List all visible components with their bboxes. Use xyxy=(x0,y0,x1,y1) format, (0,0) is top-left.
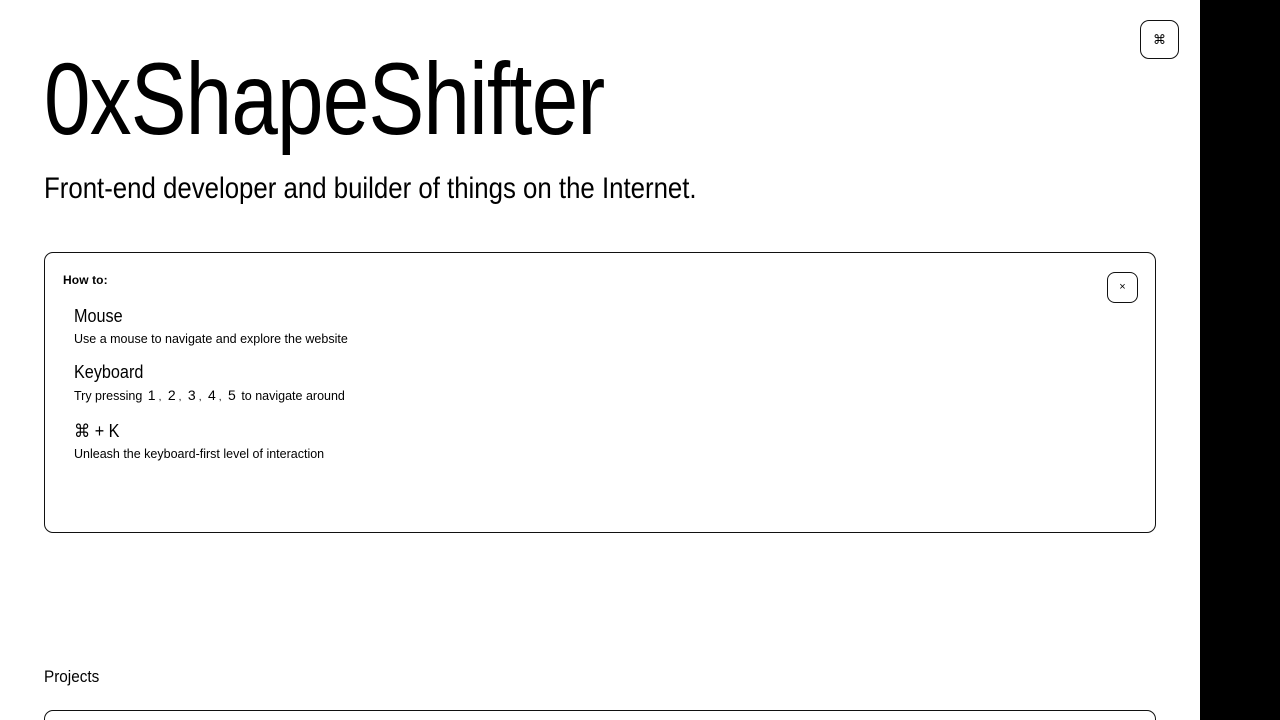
kbd-key-2[interactable]: 2 xyxy=(166,387,178,403)
kbd-key-4[interactable]: 4 xyxy=(206,387,218,403)
how-to-entry-title: Keyboard xyxy=(74,362,144,382)
projects-heading: Projects xyxy=(44,667,100,686)
kbd-key-1[interactable]: 1 xyxy=(146,387,158,403)
close-icon: × xyxy=(1119,281,1126,293)
page-tagline: Front-end developer and builder of thing… xyxy=(44,172,697,205)
kbd-key-3[interactable]: 3 xyxy=(186,387,198,403)
close-button[interactable]: × xyxy=(1107,272,1138,303)
how-to-entry-description: Unleash the keyboard-first level of inte… xyxy=(74,447,325,461)
page-content: ⌘ 0xShapeShifter Front-end developer and… xyxy=(0,0,1200,720)
page-title: 0xShapeShifter xyxy=(44,42,605,156)
kbd-separator: , xyxy=(158,392,162,403)
how-to-list: Mouse Use a mouse to navigate and explor… xyxy=(74,305,1135,462)
kbd-separator: , xyxy=(178,392,182,403)
how-to-entry-title: Mouse xyxy=(74,306,123,326)
right-black-gutter xyxy=(1200,0,1280,720)
how-to-label: How to: xyxy=(63,273,108,287)
kbd-separator: , xyxy=(198,392,202,403)
how-to-entry-command-k: ⌘ + K Unleash the keyboard-first level o… xyxy=(74,420,1135,462)
command-icon: ⌘ xyxy=(1153,32,1166,47)
hero-section: 0xShapeShifter Front-end developer and b… xyxy=(44,48,1156,205)
how-to-entry-description: Use a mouse to navigate and explore the … xyxy=(74,332,348,346)
kbd-key-5[interactable]: 5 xyxy=(226,387,238,403)
keyboard-desc-suffix: to navigate around xyxy=(241,389,345,403)
how-to-entry-keyboard: Keyboard Try pressing 1, 2, 3, 4, 5 to n… xyxy=(74,361,1135,406)
projects-card[interactable] xyxy=(44,710,1156,720)
how-to-entry-description: Try pressing 1, 2, 3, 4, 5 to navigate a… xyxy=(74,383,1135,406)
keyboard-desc-prefix: Try pressing xyxy=(74,389,143,403)
how-to-entry-title: ⌘ + K xyxy=(74,421,120,441)
app-viewport: ⌘ 0xShapeShifter Front-end developer and… xyxy=(0,0,1280,720)
kbd-separator: , xyxy=(218,392,222,403)
how-to-card: How to: × Mouse Use a mouse to navigate … xyxy=(44,252,1156,533)
how-to-entry-mouse: Mouse Use a mouse to navigate and explor… xyxy=(74,305,1135,347)
